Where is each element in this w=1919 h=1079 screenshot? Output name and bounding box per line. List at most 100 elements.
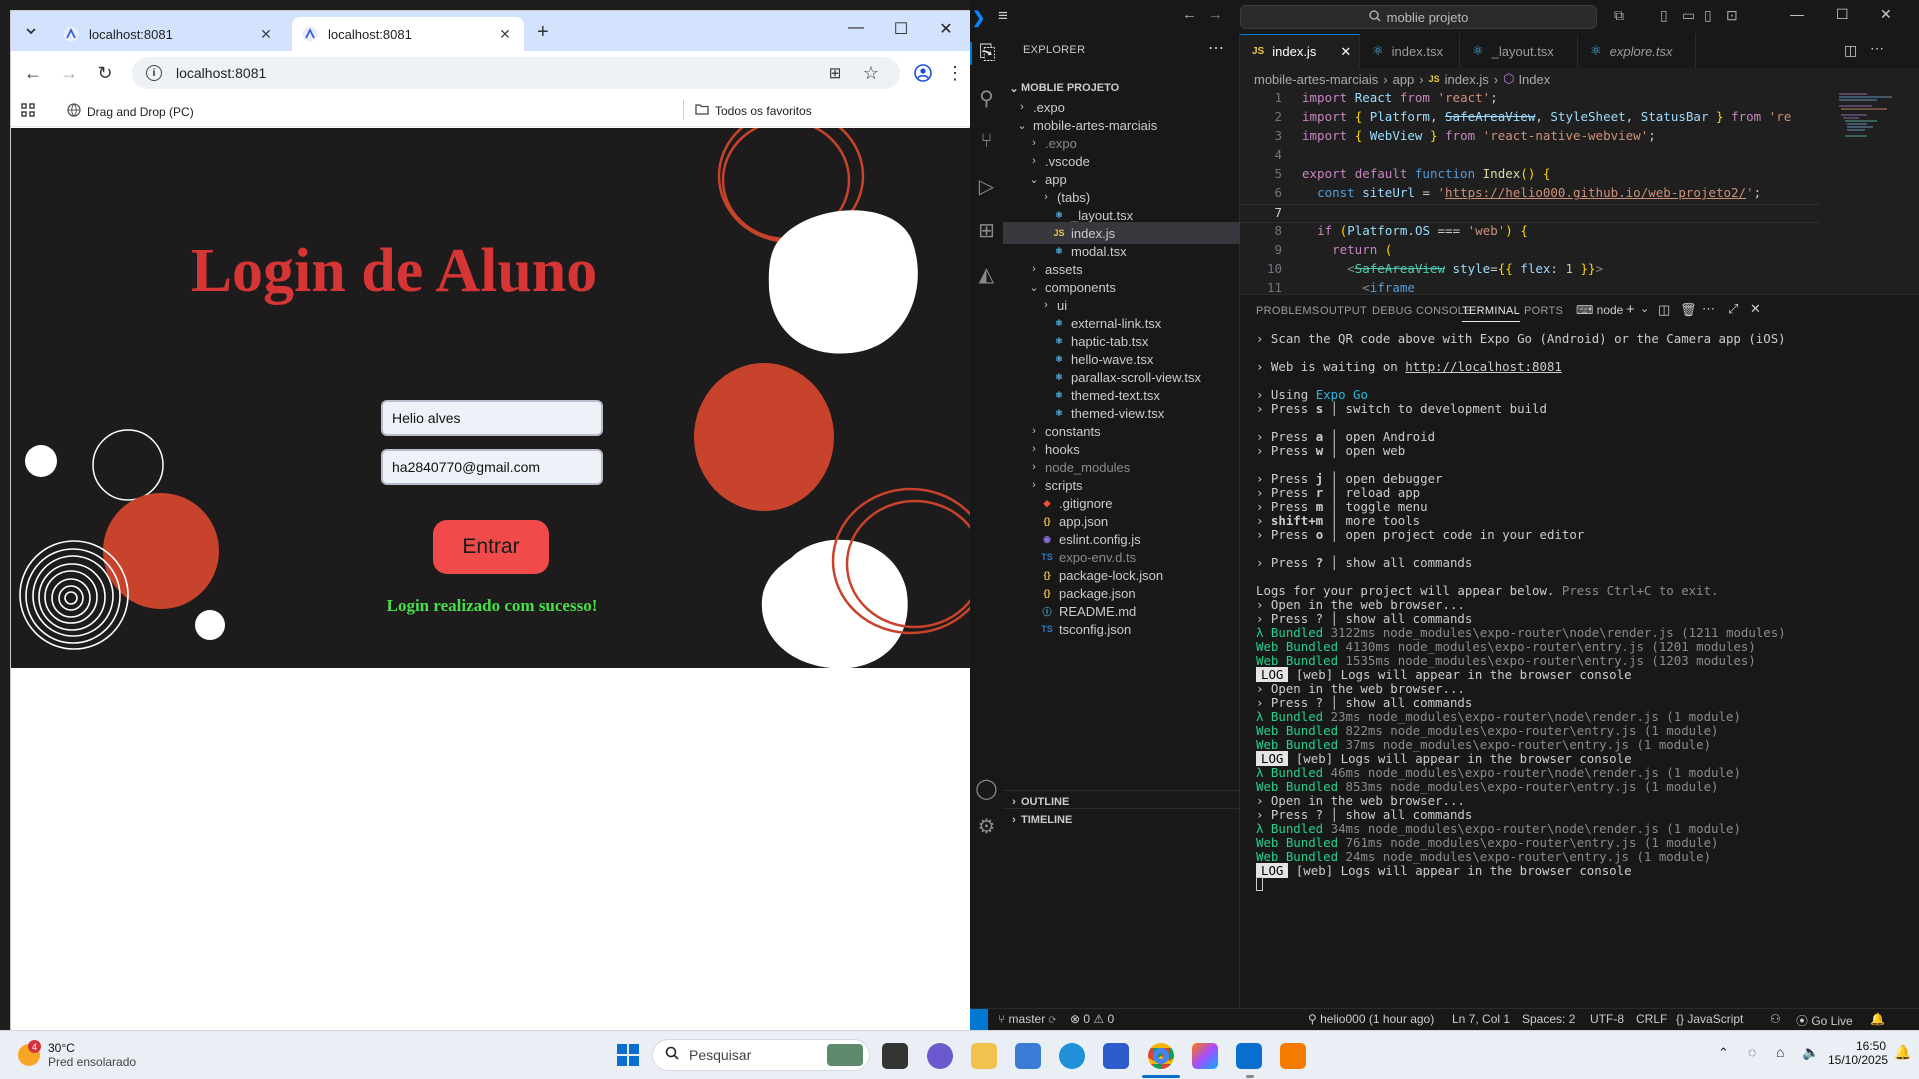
browser-tab[interactable]: localhost:8081 ✕ <box>53 17 285 51</box>
explorer-icon[interactable]: ⎘ <box>970 42 1003 65</box>
layout-customize-icon[interactable]: ⊡ <box>1726 7 1738 24</box>
terminal-shell-selector[interactable]: ⌨ node <box>1576 303 1623 317</box>
problems-status[interactable]: ⊗ 0 ⚠ 0 <box>1070 1012 1114 1026</box>
code-editor[interactable]: 1 import React from 'react'; 2 import { Pl… <box>1240 90 1820 294</box>
close-panel-icon[interactable]: ✕ <box>1750 301 1761 317</box>
editor-tab[interactable]: ⚛ index.tsx <box>1360 34 1460 68</box>
entrar-button[interactable]: Entrar <box>433 520 549 574</box>
translate-icon[interactable]: ⊞ <box>823 61 847 85</box>
reload-icon[interactable]: ↻ <box>93 61 117 85</box>
trash-icon[interactable]: 🗑 <box>1680 302 1697 318</box>
vscode-app-icon[interactable] <box>1236 1043 1262 1069</box>
layout-panel-icon[interactable]: ▭ <box>1682 7 1695 24</box>
layout-sidebar-icon[interactable]: ▯ <box>1660 7 1668 24</box>
indentation[interactable]: Spaces: 2 <box>1522 1012 1575 1026</box>
copilot-status-icon[interactable]: ⚇ <box>1770 1012 1781 1026</box>
editor-tab[interactable]: ⚛ explore.tsx <box>1578 34 1696 68</box>
maximize-icon[interactable]: ☐ <box>891 19 911 39</box>
forward-arrow-icon[interactable]: → <box>57 61 81 85</box>
breadcrumb-item[interactable]: mobile-artes-marciais <box>1254 72 1378 87</box>
tab-problems[interactable]: PROBLEMS <box>1256 305 1320 317</box>
tab-terminal[interactable]: TERMINAL <box>1462 305 1521 322</box>
clock[interactable]: 16:50 15/10/2025 <box>1828 1039 1888 1067</box>
nav-forward-icon[interactable]: → <box>1208 6 1223 23</box>
apps-grid-icon[interactable] <box>21 103 35 120</box>
breadcrumb-item[interactable]: index.js <box>1445 72 1489 87</box>
search-icon[interactable]: ⚲ <box>970 86 1003 111</box>
new-tab-icon[interactable]: + <box>537 21 549 44</box>
command-center-search[interactable]: moblie projeto <box>1240 5 1597 29</box>
settings-gear-icon[interactable]: ⚙ <box>970 814 1003 839</box>
browser-tab-active[interactable]: localhost:8081 ✕ <box>292 17 524 51</box>
account-icon[interactable]: ◯ <box>970 776 1003 801</box>
close-tab-icon[interactable]: ✕ <box>1340 44 1351 60</box>
more-actions-icon[interactable]: ⋯ <box>1208 38 1224 58</box>
cursor-position[interactable]: Ln 7, Col 1 <box>1452 1012 1510 1026</box>
tab-close-icon[interactable]: ✕ <box>496 26 514 43</box>
figma-like-app-icon[interactable] <box>1192 1043 1218 1069</box>
tray-chevron-icon[interactable]: ⌃ <box>1718 1045 1729 1061</box>
minimize-icon[interactable]: — <box>846 19 866 37</box>
chevron-down-icon[interactable]: ⌄ <box>1640 302 1649 315</box>
taskbar-search[interactable]: Pesquisar <box>652 1039 870 1071</box>
address-bar[interactable]: i localhost:8081 <box>132 57 900 89</box>
file-explorer-icon[interactable] <box>971 1043 997 1069</box>
edge-browser-icon[interactable] <box>1059 1043 1085 1069</box>
nav-back-icon[interactable]: ← <box>1182 6 1197 23</box>
split-terminal-icon[interactable]: ◫ <box>1658 302 1670 318</box>
extensions-icon[interactable]: ⊞ <box>970 218 1003 243</box>
bookmark-item[interactable]: Drag and Drop (PC) <box>67 103 194 120</box>
start-windows-icon[interactable] <box>616 1043 640 1072</box>
more-actions-icon[interactable]: ⋯ <box>1870 40 1884 57</box>
tab-output[interactable]: OUTPUT <box>1320 305 1367 317</box>
timeline-section[interactable]: › TIMELINE <box>1003 808 1240 830</box>
copilot-icon[interactable]: ⧉ <box>1614 7 1624 24</box>
more-actions-icon[interactable]: ⋯ <box>1702 301 1715 317</box>
back-arrow-icon[interactable]: ← <box>21 61 45 85</box>
weather-widget[interactable]: 4 30°C Pred ensolarado <box>18 1040 136 1069</box>
tab-search-button[interactable] <box>19 19 43 43</box>
source-control-icon[interactable]: ⑂ <box>970 130 1003 153</box>
maximize-panel-icon[interactable]: ⤢ <box>1728 301 1738 317</box>
remote-indicator-icon[interactable] <box>970 1009 988 1031</box>
terminal-output[interactable]: › Scan the QR code above with Expo Go (A… <box>1256 331 1906 1021</box>
editor-tab-active[interactable]: JS index.js ✕ <box>1240 34 1360 68</box>
name-input[interactable]: Helio alves <box>381 400 603 436</box>
branch-status[interactable]: ⑂ master ⟳ <box>998 1012 1056 1026</box>
layout-secondary-icon[interactable]: ▯ <box>1704 7 1712 24</box>
line-endings[interactable]: CRLF <box>1636 1012 1667 1026</box>
notifications-bell-icon[interactable]: 🔔 <box>1870 1012 1885 1026</box>
close-window-icon[interactable]: ✕ <box>936 19 956 39</box>
close-window-icon[interactable]: ✕ <box>1880 6 1892 23</box>
wifi-icon[interactable]: ⌂ <box>1776 1044 1784 1060</box>
xampp-icon[interactable] <box>1280 1043 1306 1069</box>
email-input[interactable]: ha2840770@gmail.com <box>381 449 603 485</box>
editor-tab[interactable]: ⚛ _layout.tsx <box>1460 34 1578 68</box>
maximize-icon[interactable]: ☐ <box>1836 6 1849 23</box>
breadcrumb-item[interactable]: app <box>1393 72 1415 87</box>
run-debug-icon[interactable]: ▷ <box>970 174 1003 199</box>
tab-close-icon[interactable]: ✕ <box>257 26 275 43</box>
hamburger-menu-icon[interactable]: ≡ <box>998 6 1008 26</box>
minimize-icon[interactable]: — <box>1790 6 1804 22</box>
split-editor-icon[interactable]: ◫ <box>1844 42 1857 59</box>
microsoft-store-icon[interactable] <box>1103 1043 1129 1069</box>
minimap[interactable] <box>1837 90 1917 294</box>
bookmark-star-icon[interactable]: ☆ <box>859 61 883 85</box>
go-live-button[interactable]: ⦿ Go Live <box>1796 1012 1853 1029</box>
menu-kebab-icon[interactable]: ⋮ <box>943 61 967 85</box>
microsoft-365-icon[interactable] <box>1015 1043 1041 1069</box>
breadcrumb-item[interactable]: Index <box>1518 72 1550 87</box>
git-blame-status[interactable]: ⚲ helio000 (1 hour ago) <box>1308 1012 1434 1026</box>
teams-chat-icon[interactable] <box>927 1043 953 1069</box>
tab-ports[interactable]: PORTS <box>1524 305 1563 317</box>
all-bookmarks-button[interactable]: Todos os favoritos <box>695 103 812 118</box>
expo-tools-icon[interactable]: ◭ <box>970 262 1003 287</box>
language-mode[interactable]: {} JavaScript <box>1676 1012 1743 1026</box>
tab-debug-console[interactable]: DEBUG CONSOLE <box>1372 305 1472 317</box>
site-info-icon[interactable]: i <box>146 65 162 81</box>
network-icon[interactable]: ◌ <box>1748 1044 1756 1060</box>
volume-icon[interactable]: 🔈 <box>1802 1044 1819 1061</box>
chrome-browser-icon[interactable] <box>1148 1043 1174 1069</box>
task-view-icon[interactable] <box>882 1043 908 1069</box>
